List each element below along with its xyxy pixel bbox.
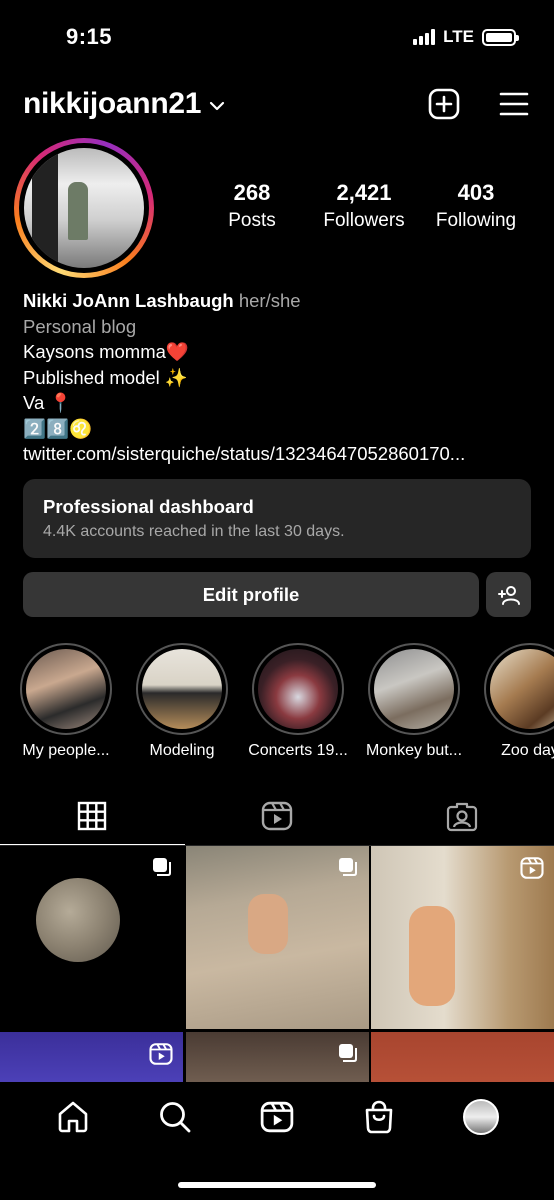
stat-value: 268: [233, 180, 271, 205]
highlight-label: Concerts 19...: [248, 742, 348, 759]
post-thumbnail[interactable]: [186, 846, 369, 1029]
stat-label: Posts: [228, 210, 276, 231]
bio-line: 2️⃣8️⃣♌: [23, 417, 93, 439]
edit-profile-button[interactable]: Edit profile: [23, 572, 479, 617]
post-thumbnail[interactable]: [371, 1032, 554, 1086]
new-post-icon[interactable]: [428, 88, 460, 120]
highlight-cover: [26, 649, 106, 729]
profile-tabs: [0, 786, 554, 846]
post-thumbnail[interactable]: [371, 846, 554, 1029]
nav-shop[interactable]: [357, 1095, 401, 1139]
username-switcher[interactable]: nikkijoann21: [23, 87, 201, 121]
moon-image: [36, 878, 120, 962]
highlight-label: My people...: [22, 742, 110, 759]
bio-link[interactable]: twitter.com/sisterquiche/status/13234647…: [23, 441, 538, 467]
reels-icon: [260, 1101, 294, 1133]
signal-icon: [413, 29, 436, 45]
tab-posts-grid[interactable]: [0, 786, 185, 846]
highlight-cover: [490, 649, 554, 729]
add-person-icon: [497, 585, 520, 605]
home-indicator: [178, 1182, 376, 1188]
highlight-monkey[interactable]: Monkey but...: [358, 643, 470, 760]
stat-value: 403: [457, 180, 495, 205]
highlight-concerts[interactable]: Concerts 19...: [242, 643, 354, 760]
search-icon: [160, 1102, 191, 1133]
reels-icon: [520, 857, 544, 879]
profile-avatar: [463, 1099, 499, 1135]
highlight-label: Monkey but...: [365, 742, 463, 759]
profile-avatar: [24, 148, 144, 268]
stat-followers[interactable]: 2,421 Followers: [308, 180, 420, 232]
dashboard-subtitle: 4.4K accounts reached in the last 30 day…: [43, 523, 345, 540]
reels-icon: [149, 1043, 173, 1065]
story-highlights: My people... Modeling Concerts 19... Mon…: [0, 643, 554, 763]
person-figure: [409, 906, 455, 1006]
profile-avatar-story-ring[interactable]: [14, 138, 154, 278]
nav-home[interactable]: [51, 1095, 95, 1139]
stat-label: Following: [435, 210, 517, 231]
stat-label: Followers: [323, 210, 405, 231]
stat-following[interactable]: 403 Following: [420, 180, 532, 232]
bio-line: Va 📍: [23, 392, 73, 413]
chevron-down-icon[interactable]: [209, 101, 225, 111]
profile-header: nikkijoann21: [23, 82, 530, 126]
highlight-zoo-day[interactable]: Zoo day: [474, 643, 554, 760]
profile-stats: 268 Posts 2,421 Followers 403 Following: [196, 180, 532, 232]
display-name: Nikki JoAnn Lashbaugh: [23, 290, 234, 311]
tab-tagged[interactable]: [369, 786, 554, 846]
child-figure: [248, 894, 288, 954]
highlight-label: Zoo day: [501, 742, 554, 759]
highlight-cover: [374, 649, 454, 729]
post-thumbnail[interactable]: [0, 846, 183, 1029]
post-thumbnail[interactable]: [186, 1032, 369, 1086]
professional-dashboard-card[interactable]: Professional dashboard 4.4K accounts rea…: [23, 479, 531, 558]
highlight-cover: [142, 649, 222, 729]
home-icon: [58, 1101, 88, 1133]
bottom-navigation: [0, 1082, 554, 1200]
menu-icon[interactable]: [498, 88, 530, 120]
nav-profile[interactable]: [459, 1095, 503, 1139]
grid-icon: [78, 801, 107, 831]
nav-reels[interactable]: [255, 1095, 299, 1139]
carousel-icon: [339, 1044, 357, 1062]
battery-icon: [482, 28, 519, 46]
posts-grid: [0, 846, 554, 1086]
bio-line: Kaysons momma❤️: [23, 341, 189, 362]
discover-people-button[interactable]: [486, 572, 531, 617]
stat-posts[interactable]: 268 Posts: [196, 180, 308, 232]
post-thumbnail[interactable]: [0, 1032, 183, 1086]
status-bar: 9:15 LTE: [0, 0, 554, 70]
status-indicators: LTE: [413, 27, 519, 47]
bio-line: Published model ✨: [23, 366, 188, 388]
stat-value: 2,421: [336, 180, 392, 205]
highlight-label: Modeling: [149, 742, 215, 759]
network-type: LTE: [443, 27, 474, 46]
status-time: 9:15: [66, 24, 113, 49]
shop-icon: [365, 1100, 393, 1134]
category-label: Personal blog: [23, 315, 137, 337]
highlight-my-people[interactable]: My people...: [10, 643, 122, 760]
carousel-icon: [153, 858, 171, 876]
dashboard-title: Professional dashboard: [43, 496, 254, 517]
highlight-cover: [258, 649, 338, 729]
profile-bio: Nikki JoAnn Lashbaugh her/she Personal b…: [23, 288, 538, 467]
carousel-icon: [339, 858, 357, 876]
highlight-modeling[interactable]: Modeling: [126, 643, 238, 760]
tagged-icon: [446, 802, 477, 832]
nav-search[interactable]: [153, 1095, 197, 1139]
tab-reels[interactable]: [185, 786, 370, 846]
pronouns: her/she: [238, 290, 301, 311]
reels-icon: [261, 801, 293, 831]
